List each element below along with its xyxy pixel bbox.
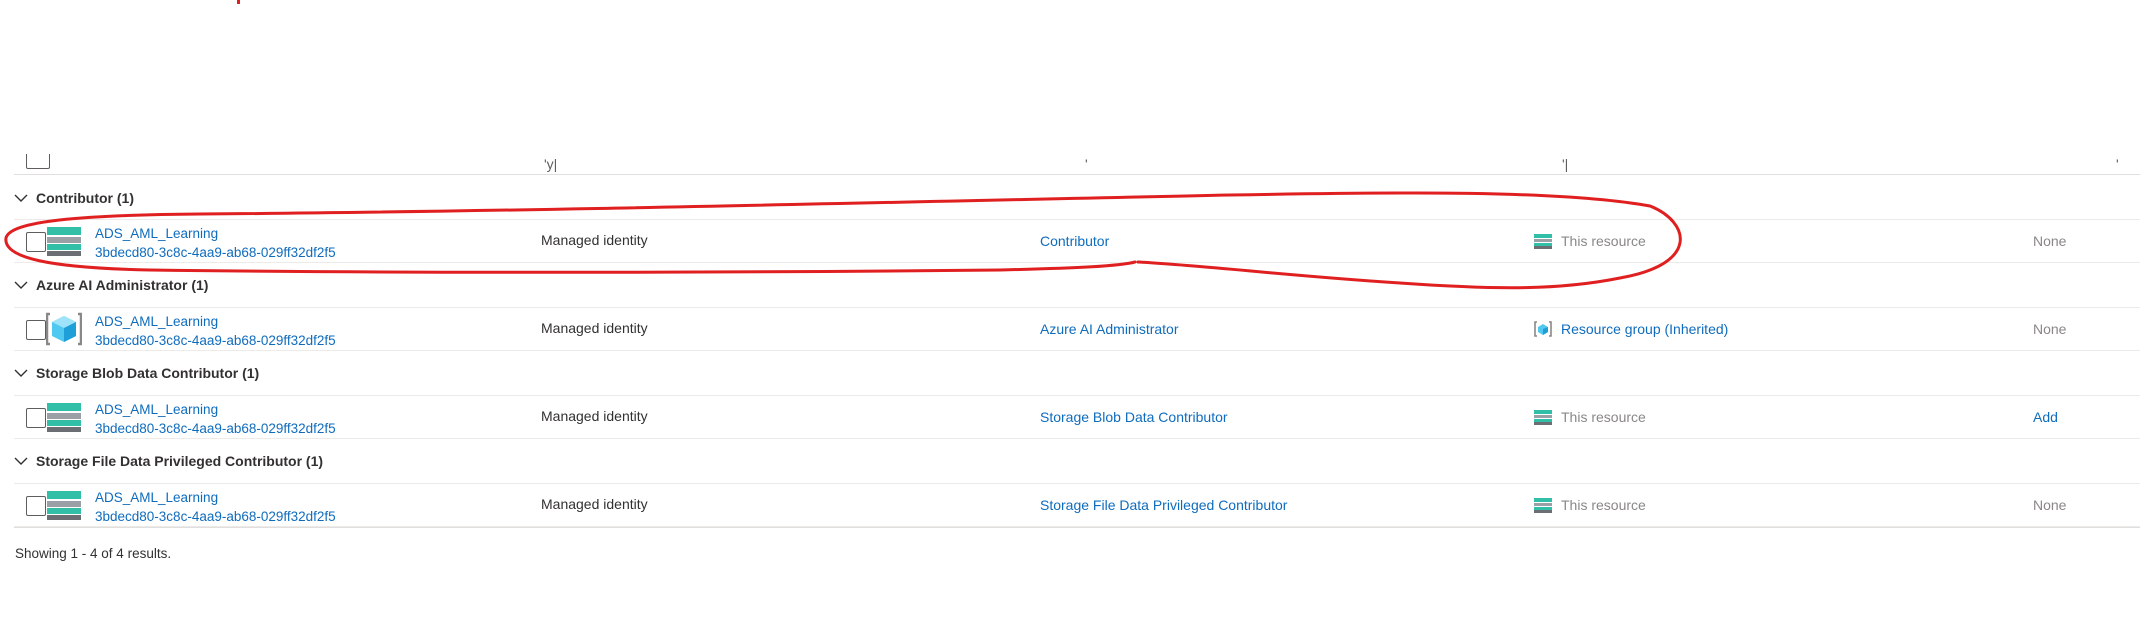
principal-name-link[interactable]: ADS_AML_Learning 3bdecd80-3c8c-4aa9-ab68… bbox=[95, 400, 336, 438]
principal-name-link[interactable]: ADS_AML_Learning 3bdecd80-3c8c-4aa9-ab68… bbox=[95, 312, 336, 350]
scope-cell: This resource bbox=[1534, 406, 1646, 428]
header-scope-fragment: '| bbox=[1562, 156, 1569, 172]
scope-cell: This resource bbox=[1534, 494, 1646, 516]
header-type-fragment: 'y| bbox=[544, 156, 558, 172]
role-link[interactable]: Azure AI Administrator bbox=[1040, 321, 1179, 337]
red-pen-dot bbox=[237, 0, 240, 4]
storage-account-icon bbox=[1534, 498, 1552, 513]
scope-cell: Resource group (Inherited) bbox=[1534, 318, 1728, 340]
header-role-fragment: ' bbox=[1085, 156, 1088, 172]
scope-label: This resource bbox=[1561, 497, 1646, 513]
principal-type: Managed identity bbox=[541, 232, 648, 248]
condition-value: None bbox=[2033, 497, 2067, 513]
scope-label: This resource bbox=[1561, 409, 1646, 425]
role-link[interactable]: Contributor bbox=[1040, 233, 1109, 249]
principal-type: Managed identity bbox=[541, 408, 648, 424]
resource-group-icon bbox=[1534, 321, 1552, 337]
chevron-down-icon[interactable] bbox=[14, 278, 28, 292]
role-link[interactable]: Storage Blob Data Contributor bbox=[1040, 409, 1228, 425]
principal-name-link[interactable]: ADS_AML_Learning 3bdecd80-3c8c-4aa9-ab68… bbox=[95, 488, 336, 526]
storage-account-icon bbox=[47, 491, 81, 520]
chevron-down-icon[interactable] bbox=[14, 366, 28, 380]
resource-group-cube-icon bbox=[46, 312, 82, 346]
chevron-down-icon[interactable] bbox=[14, 454, 28, 468]
scope-label: This resource bbox=[1561, 233, 1646, 249]
table-row: ADS_AML_Learning 3bdecd80-3c8c-4aa9-ab68… bbox=[14, 307, 2140, 351]
group-title: Storage Blob Data Contributor (1) bbox=[36, 365, 260, 381]
storage-account-icon bbox=[1534, 410, 1552, 425]
role-link[interactable]: Storage File Data Privileged Contributor bbox=[1040, 497, 1287, 513]
results-count: Showing 1 - 4 of 4 results. bbox=[15, 546, 172, 561]
condition-value: None bbox=[2033, 233, 2067, 249]
storage-account-icon bbox=[1534, 234, 1552, 249]
table-bottom-border bbox=[14, 527, 2140, 528]
group-title: Storage File Data Privileged Contributor… bbox=[36, 453, 324, 469]
chevron-down-icon[interactable] bbox=[14, 191, 28, 205]
row-checkbox[interactable] bbox=[26, 496, 46, 516]
condition-value: None bbox=[2033, 321, 2067, 337]
table-row: ADS_AML_Learning 3bdecd80-3c8c-4aa9-ab68… bbox=[14, 219, 2140, 263]
table-header-row: 'y| ' '| ' bbox=[14, 148, 2140, 175]
group-title: Azure AI Administrator (1) bbox=[36, 277, 209, 293]
storage-account-icon bbox=[47, 227, 81, 256]
row-checkbox[interactable] bbox=[26, 320, 46, 340]
row-checkbox[interactable] bbox=[26, 408, 46, 428]
scope-cell: This resource bbox=[1534, 230, 1646, 252]
table-row: ADS_AML_Learning 3bdecd80-3c8c-4aa9-ab68… bbox=[14, 483, 2140, 527]
group-header-storage-blob-data-contributor[interactable]: Storage Blob Data Contributor (1) bbox=[14, 356, 259, 390]
principal-type: Managed identity bbox=[541, 320, 648, 336]
group-header-contributor[interactable]: Contributor (1) bbox=[14, 181, 134, 215]
group-header-storage-file-data-privileged-contributor[interactable]: Storage File Data Privileged Contributor… bbox=[14, 444, 323, 478]
storage-account-icon bbox=[47, 403, 81, 432]
group-header-azure-ai-administrator[interactable]: Azure AI Administrator (1) bbox=[14, 268, 208, 302]
row-checkbox[interactable] bbox=[26, 232, 46, 252]
header-condition-fragment: ' bbox=[2116, 156, 2119, 172]
scope-label-link[interactable]: Resource group (Inherited) bbox=[1561, 321, 1728, 337]
add-condition-link[interactable]: Add bbox=[2033, 409, 2058, 425]
principal-name-link[interactable]: ADS_AML_Learning 3bdecd80-3c8c-4aa9-ab68… bbox=[95, 224, 336, 262]
select-all-checkbox[interactable] bbox=[26, 154, 50, 169]
table-row: ADS_AML_Learning 3bdecd80-3c8c-4aa9-ab68… bbox=[14, 395, 2140, 439]
group-title: Contributor (1) bbox=[36, 190, 134, 206]
principal-type: Managed identity bbox=[541, 496, 648, 512]
